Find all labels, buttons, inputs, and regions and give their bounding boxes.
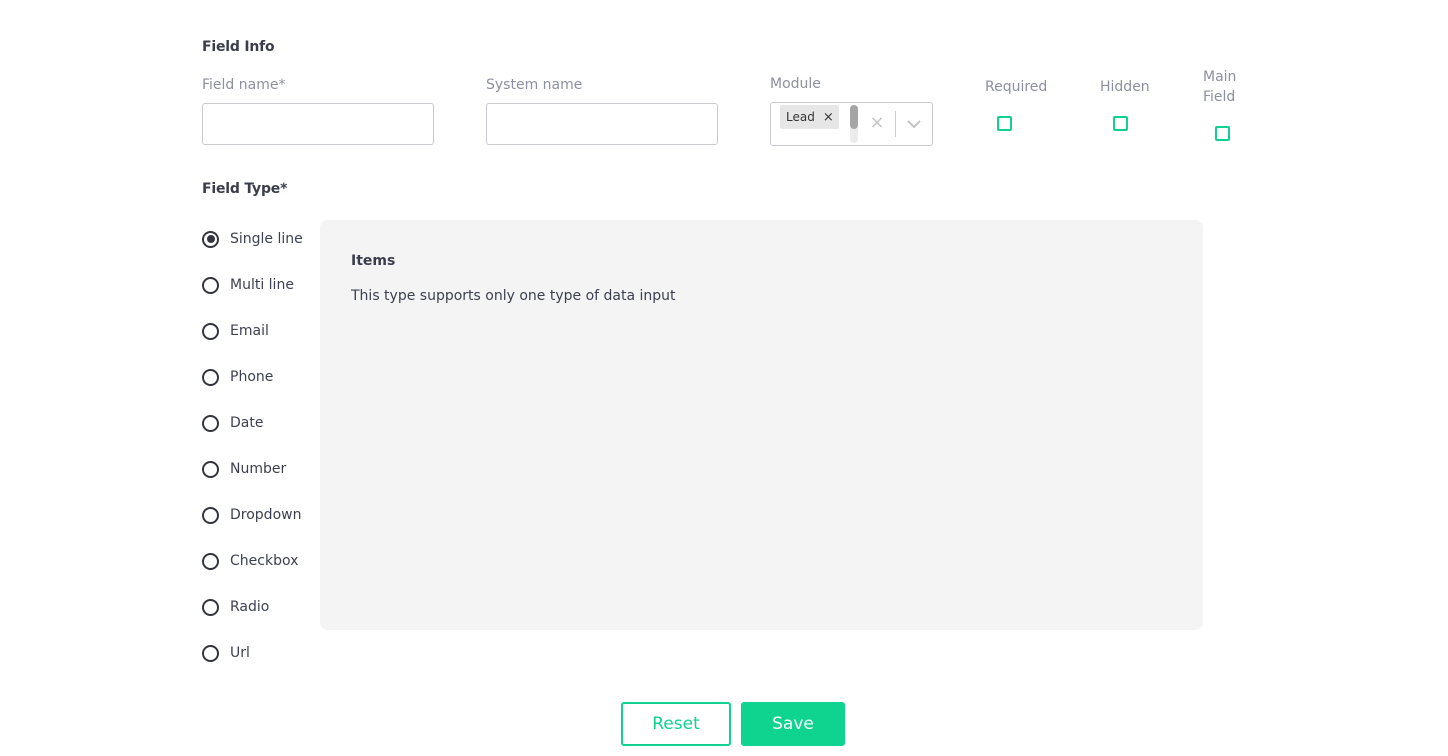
indicator-separator: [895, 111, 896, 137]
system-name-input[interactable]: [486, 103, 718, 145]
field-type-option-single-line[interactable]: Single line: [202, 229, 303, 249]
radio-label: Single line: [230, 231, 303, 247]
reset-button[interactable]: Reset: [621, 702, 731, 746]
main-field-label-line2: Field: [1203, 89, 1236, 105]
radio-label: Checkbox: [230, 553, 299, 569]
radio-button[interactable]: [202, 506, 219, 524]
radio-button[interactable]: [202, 598, 219, 616]
field-type-option-number[interactable]: Number: [202, 459, 286, 479]
radio-button[interactable]: [202, 460, 219, 478]
module-tag-lead: Lead ×: [780, 105, 839, 129]
panel-description: This type supports only one type of data…: [351, 288, 676, 304]
hidden-checkbox[interactable]: [1113, 116, 1128, 131]
clear-icon[interactable]: ×: [867, 113, 887, 133]
module-tag-label: Lead: [786, 110, 815, 124]
radio-button[interactable]: [202, 276, 219, 294]
radio-label: Dropdown: [230, 507, 302, 523]
radio-label: Multi line: [230, 277, 294, 293]
chevron-down-icon[interactable]: [902, 113, 926, 135]
radio-button[interactable]: [202, 230, 219, 248]
main-field-checkbox[interactable]: [1215, 126, 1230, 141]
field-type-option-phone[interactable]: Phone: [202, 367, 273, 387]
radio-button[interactable]: [202, 368, 219, 386]
radio-label: Radio: [230, 599, 270, 615]
field-type-option-checkbox[interactable]: Checkbox: [202, 551, 298, 571]
field-type-option-date[interactable]: Date: [202, 413, 263, 433]
module-label: Module: [770, 76, 821, 92]
radio-button[interactable]: [202, 552, 219, 570]
radio-label: Phone: [230, 369, 274, 385]
tag-remove-icon[interactable]: ×: [821, 110, 839, 125]
radio-label: Number: [230, 461, 287, 477]
panel-title: Items: [351, 253, 396, 269]
required-checkbox[interactable]: [997, 116, 1012, 131]
required-label: Required: [985, 79, 1048, 95]
module-scrollbar-thumb[interactable]: [850, 105, 858, 129]
module-multiselect[interactable]: Lead × ×: [770, 102, 933, 146]
main-field-label-line1: Main: [1203, 69, 1237, 85]
radio-label: Email: [230, 323, 269, 339]
module-scrollbar[interactable]: [850, 105, 858, 143]
system-name-label: System name: [486, 77, 583, 93]
save-button[interactable]: Save: [741, 702, 845, 746]
field-name-label: Field name*: [202, 77, 286, 93]
field-type-title: Field Type*: [202, 181, 288, 197]
field-type-option-email[interactable]: Email: [202, 321, 269, 341]
field-info-title: Field Info: [202, 39, 275, 55]
radio-button[interactable]: [202, 644, 219, 662]
field-type-option-radio[interactable]: Radio: [202, 597, 269, 617]
field-name-input[interactable]: [202, 103, 434, 145]
radio-button[interactable]: [202, 414, 219, 432]
custom-field-form: Field Info Field name* System name Modul…: [0, 0, 1448, 756]
field-type-option-url[interactable]: Url: [202, 643, 250, 663]
hidden-label: Hidden: [1100, 79, 1150, 95]
field-type-option-dropdown[interactable]: Dropdown: [202, 505, 301, 525]
radio-button[interactable]: [202, 322, 219, 340]
field-type-info-panel: Items This type supports only one type o…: [320, 220, 1203, 630]
radio-label: Date: [230, 415, 264, 431]
radio-label: Url: [230, 645, 250, 661]
field-type-option-multi-line[interactable]: Multi line: [202, 275, 294, 295]
